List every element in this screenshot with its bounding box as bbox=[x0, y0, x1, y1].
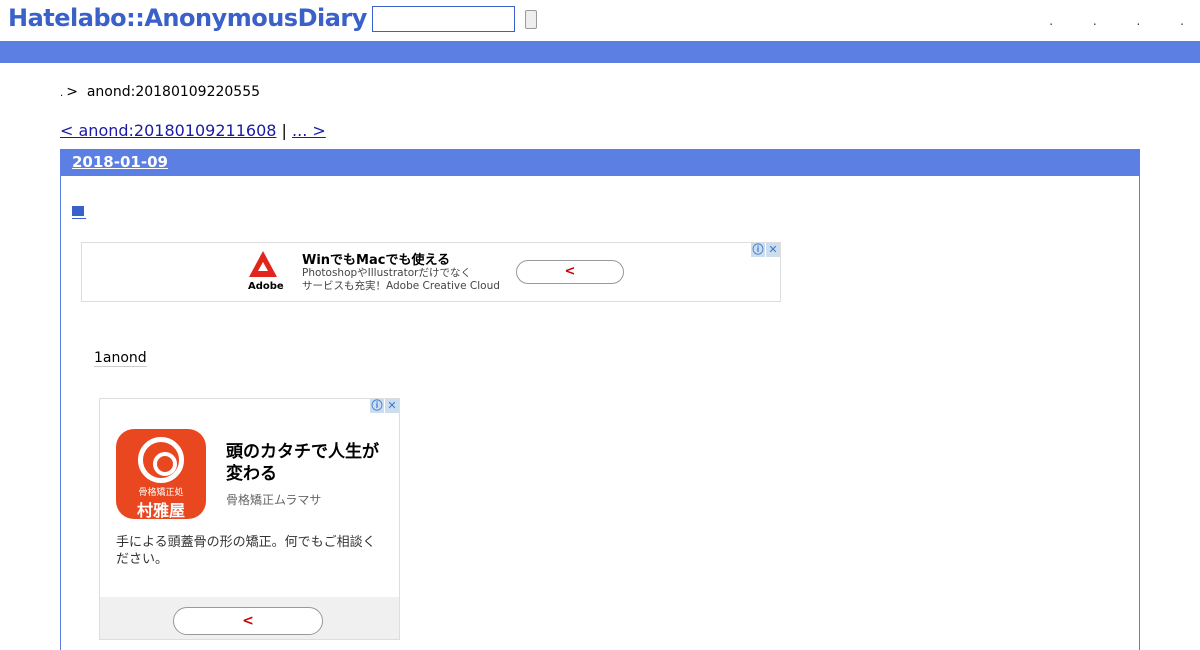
muramasa-ad-card[interactable]: ⓘ ✕ 骨格矯正処 村雅屋 頭のカタチで人生が変わる 骨格矯正ムラマサ 手による… bbox=[99, 398, 400, 640]
header-links: . . . . bbox=[1013, 14, 1184, 28]
date-header: 2018-01-09 bbox=[61, 150, 1139, 176]
date-link[interactable]: 2018-01-09 bbox=[72, 153, 168, 171]
breadcrumb-home[interactable]: . bbox=[60, 88, 63, 99]
ad-description: PhotoshopやIllustratorだけでなく サービスも充実！Adobe… bbox=[302, 267, 500, 293]
header-blue-bar bbox=[0, 41, 1200, 63]
muramasa-app-icon: 骨格矯正処 村雅屋 bbox=[116, 429, 206, 519]
ad-footer: < bbox=[100, 597, 399, 639]
adobe-logo-text: Adobe bbox=[248, 281, 284, 292]
entry-pager: < anond:20180109211608 | ... > bbox=[60, 121, 326, 140]
pager-separator: | bbox=[281, 121, 287, 140]
adobe-ad-banner[interactable]: ⓘ ✕ Adobe WinでもMacでも使える PhotoshopやIllust… bbox=[81, 242, 781, 302]
entry-permalink[interactable] bbox=[72, 206, 86, 219]
next-entry-link[interactable]: ... > bbox=[292, 121, 326, 140]
header-link-4[interactable]: . bbox=[1180, 14, 1184, 28]
ad-body-text: 手による頭蓋骨の形の矯正。何でもご相談ください。 bbox=[116, 535, 376, 567]
header-link-3[interactable]: . bbox=[1137, 14, 1141, 28]
ad-close-icon[interactable]: ✕ bbox=[385, 399, 399, 413]
ad-controls: ⓘ ✕ bbox=[750, 243, 780, 257]
app-icon-name: 村雅屋 bbox=[136, 501, 185, 519]
ad-title: WinでもMacでも使える bbox=[302, 253, 451, 268]
ad-cta-button[interactable]: < bbox=[516, 260, 624, 284]
breadcrumb-separator: > bbox=[66, 84, 78, 100]
breadcrumb-current: anond:20180109220555 bbox=[86, 84, 261, 100]
adobe-mark-icon bbox=[249, 251, 277, 277]
adobe-logo: Adobe bbox=[248, 251, 284, 295]
search-button[interactable] bbox=[525, 10, 537, 29]
site-logo[interactable]: Hatelabo::AnonymousDiary bbox=[8, 4, 367, 32]
breadcrumb: . > anond:20180109220555 bbox=[60, 84, 260, 100]
header-link-1[interactable]: . bbox=[1049, 14, 1053, 28]
ad-brand: 骨格矯正ムラマサ bbox=[226, 493, 322, 507]
ad-close-icon[interactable]: ✕ bbox=[766, 243, 780, 257]
spiral-icon bbox=[138, 437, 184, 483]
site-header: Hatelabo::AnonymousDiary . . . . bbox=[0, 0, 1200, 40]
square-icon bbox=[72, 206, 84, 216]
day-section: 2018-01-09 ⓘ ✕ Adobe WinでもMacでも使える Photo… bbox=[60, 149, 1140, 650]
ad-title: 頭のカタチで人生が変わる bbox=[226, 442, 379, 484]
ad-controls: ⓘ ✕ bbox=[369, 399, 399, 413]
prev-entry-link[interactable]: < anond:20180109211608 bbox=[60, 121, 276, 140]
ad-info-icon[interactable]: ⓘ bbox=[751, 243, 765, 257]
ad-info-icon[interactable]: ⓘ bbox=[370, 399, 384, 413]
entry-body-line: 1anond bbox=[94, 350, 147, 367]
ad-description-line-2: サービスも充実！Adobe Creative Cloud bbox=[302, 280, 500, 292]
header-link-2[interactable]: . bbox=[1093, 14, 1097, 28]
ad-description-line-1: PhotoshopやIllustratorだけでなく bbox=[302, 267, 471, 279]
search-input[interactable] bbox=[372, 6, 515, 32]
ad-cta-button[interactable]: < bbox=[173, 607, 323, 635]
entry-body-text: 1anond bbox=[94, 350, 147, 367]
